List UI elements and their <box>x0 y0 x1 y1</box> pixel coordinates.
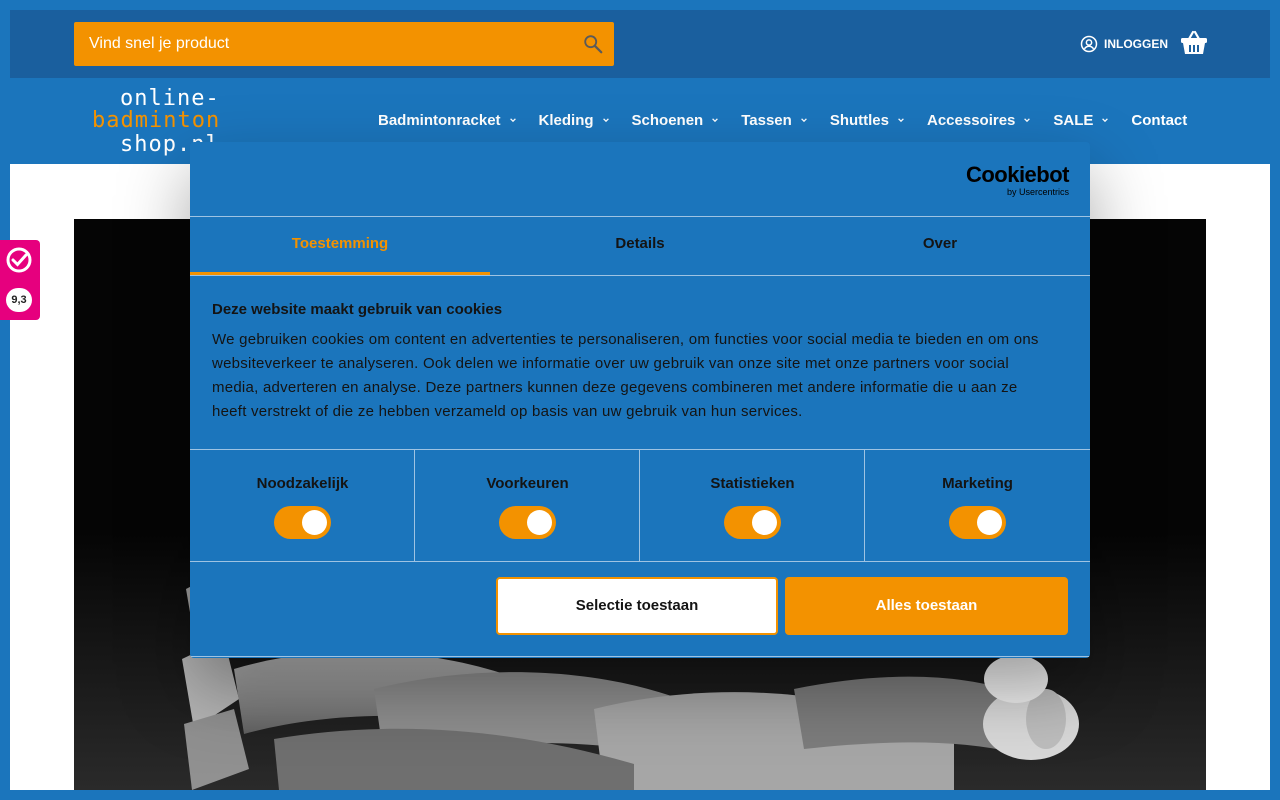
pref-noodzakelijk: Noodzakelijk <box>190 450 415 562</box>
user-icon <box>1080 35 1098 53</box>
toggle-noodzakelijk[interactable] <box>274 506 331 539</box>
toggle-statistieken[interactable] <box>724 506 781 539</box>
toggle-knob <box>527 510 552 535</box>
check-rating-icon <box>6 247 32 273</box>
nav-item-label: SALE <box>1053 111 1094 129</box>
cookie-description: We gebruiken cookies om content en adver… <box>212 331 1039 420</box>
main-nav: Badmintonracket Kleding Schoenen Tassen … <box>378 108 1187 132</box>
nav-item-schoenen[interactable]: Schoenen <box>632 112 720 129</box>
tab-toestemming[interactable]: Toestemming <box>190 217 490 275</box>
divider <box>190 275 1090 276</box>
nav-item-contact[interactable]: Contact <box>1131 112 1187 129</box>
nav-item-badmintonracket[interactable]: Badmintonracket <box>378 112 517 129</box>
nav-item-tassen[interactable]: Tassen <box>741 112 808 129</box>
chevron-down-icon <box>1024 118 1031 123</box>
allow-all-button[interactable]: Alles toestaan <box>785 577 1068 635</box>
tab-over[interactable]: Over <box>790 217 1090 275</box>
pref-label: Noodzakelijk <box>256 475 349 492</box>
toggle-knob <box>752 510 777 535</box>
top-bar: INLOGGEN <box>10 10 1270 78</box>
divider <box>190 656 1090 657</box>
pref-label: Statistieken <box>710 475 795 492</box>
search-icon[interactable] <box>582 33 604 55</box>
chevron-down-icon <box>602 118 609 123</box>
toggle-knob <box>302 510 327 535</box>
nav-item-label: Shuttles <box>829 111 889 129</box>
nav-item-label: Accessoires <box>927 111 1016 129</box>
search-bar <box>74 22 614 66</box>
nav-item-sale[interactable]: SALE <box>1053 112 1109 129</box>
toggle-knob <box>977 510 1002 535</box>
chevron-down-icon <box>712 118 719 123</box>
nav-item-label: Contact <box>1131 111 1188 129</box>
nav-item-label: Kleding <box>538 111 594 129</box>
cookie-title: Deze website maakt gebruik van cookies <box>212 301 503 318</box>
pref-label: Marketing <box>942 475 1013 492</box>
nav-item-accessoires[interactable]: Accessoires <box>927 112 1031 129</box>
toggle-marketing[interactable] <box>949 506 1006 539</box>
pref-marketing: Marketing <box>865 450 1090 562</box>
allow-selection-button[interactable]: Selectie toestaan <box>496 577 778 635</box>
nav-item-label: Tassen <box>741 111 792 129</box>
tab-details[interactable]: Details <box>490 217 790 275</box>
cookiebot-logo: Cookiebot by Usercentrics <box>965 162 1070 197</box>
basket-icon[interactable] <box>1180 30 1208 56</box>
logo-line-2: badminton <box>92 108 221 133</box>
login-label: INLOGGEN <box>1104 37 1169 51</box>
nav-item-label: Badmintonracket <box>378 111 501 129</box>
chevron-down-icon <box>800 118 807 123</box>
pref-voorkeuren: Voorkeuren <box>415 450 640 562</box>
brand-sub: by Usercentrics <box>1006 187 1069 197</box>
pref-statistieken: Statistieken <box>640 450 865 562</box>
rating-score: 9,3 <box>6 288 32 312</box>
pref-label: Voorkeuren <box>486 475 569 492</box>
nav-item-label: Schoenen <box>631 111 704 129</box>
login-link[interactable]: INLOGGEN <box>1080 34 1168 54</box>
brand-name: Cookiebot <box>965 162 1070 187</box>
rating-badge[interactable]: 9,3 <box>0 240 40 320</box>
toggle-voorkeuren[interactable] <box>499 506 556 539</box>
nav-item-shuttles[interactable]: Shuttles <box>830 112 905 129</box>
chevron-down-icon <box>509 118 516 123</box>
chevron-down-icon <box>1102 118 1109 123</box>
cookie-preferences: Noodzakelijk Voorkeuren Statistieken Mar… <box>190 449 1090 562</box>
chevron-down-icon <box>898 118 904 123</box>
search-input[interactable] <box>74 22 574 66</box>
dialog-tabs: Toestemming Details Over <box>190 217 1090 275</box>
nav-item-kleding[interactable]: Kleding <box>539 112 610 129</box>
cookie-consent-dialog: Cookiebot by Usercentrics Toestemming De… <box>190 142 1090 658</box>
